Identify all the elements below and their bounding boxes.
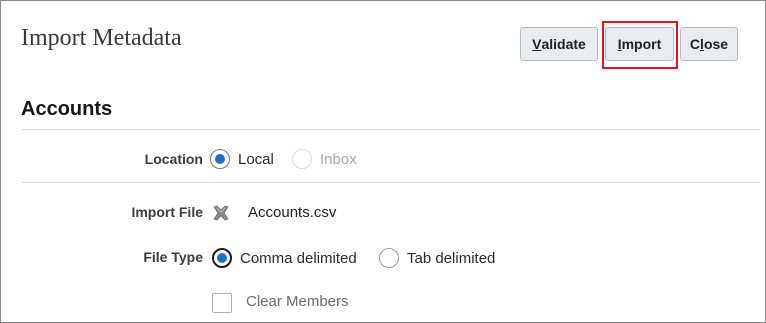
- location-inbox-radio: Inbox: [292, 149, 357, 169]
- radio-unselected-icon: [379, 248, 399, 268]
- close-rest: ose: [703, 36, 729, 52]
- location-local-label: Local: [238, 150, 274, 168]
- section-title: Accounts: [21, 98, 113, 120]
- section-divider: [21, 129, 759, 130]
- validate-button[interactable]: Validate: [520, 27, 598, 61]
- clear-members-checkbox[interactable]: [212, 293, 232, 313]
- clear-x-icon[interactable]: [212, 204, 230, 222]
- location-inbox-label: Inbox: [320, 150, 357, 168]
- row-divider: [21, 182, 759, 183]
- file-type-tab-label: Tab delimited: [407, 249, 496, 267]
- radio-disabled-icon: [292, 149, 312, 169]
- import-metadata-dialog: Import Metadata Validate Import Cl ose Ac…: [0, 0, 766, 323]
- page-title: Import Metadata: [21, 25, 182, 51]
- import-file-name: Accounts.csv: [248, 204, 337, 221]
- import-file-label: Import File: [131, 204, 203, 220]
- validate-mnemonic: V: [532, 36, 542, 52]
- import-rest: mport: [621, 36, 662, 52]
- file-type-label: File Type: [143, 249, 203, 265]
- location-label: Location: [144, 151, 203, 167]
- validate-rest: alidate: [541, 36, 586, 52]
- import-button[interactable]: Import: [605, 27, 674, 61]
- file-type-comma-radio[interactable]: Comma delimited: [212, 248, 357, 268]
- file-type-tab-radio[interactable]: Tab delimited: [379, 248, 495, 268]
- radio-selected-icon: [210, 149, 230, 169]
- location-local-radio[interactable]: Local: [210, 149, 274, 169]
- file-type-comma-label: Comma delimited: [240, 249, 357, 267]
- clear-members-label: Clear Members: [246, 293, 349, 310]
- radio-selected-icon: [212, 248, 232, 268]
- close-prefix: C: [689, 36, 701, 52]
- close-button[interactable]: Cl ose: [680, 27, 738, 61]
